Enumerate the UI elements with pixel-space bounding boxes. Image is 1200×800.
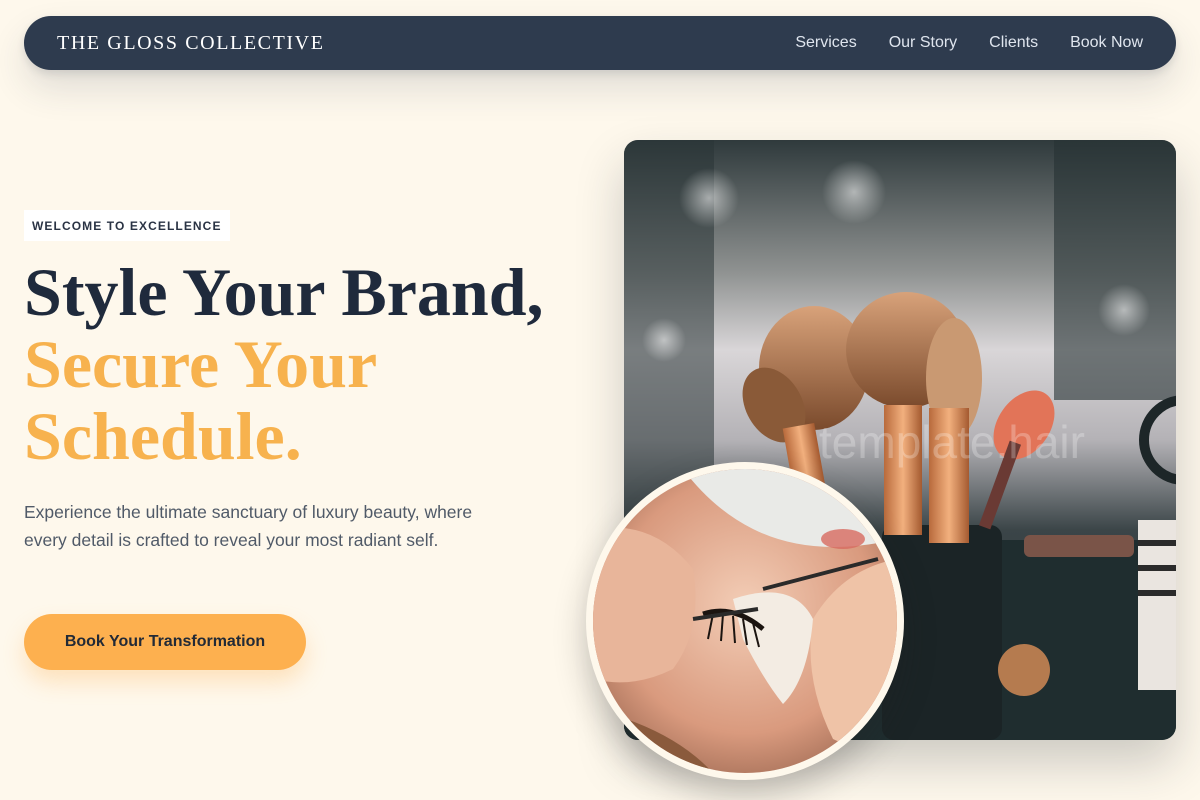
hero-description: Experience the ultimate sanctuary of lux… xyxy=(24,502,473,550)
eyebrow-badge: WELCOME TO EXCELLENCE xyxy=(24,210,230,241)
lash-application-photo xyxy=(586,462,904,780)
brand-logo[interactable]: THE GLOSS COLLECTIVE xyxy=(57,32,325,55)
nav-link-book-now[interactable]: Book Now xyxy=(1070,34,1143,52)
hero-headline: Style Your Brand, Secure Your Schedule. xyxy=(24,256,604,472)
image-watermark: template.hair xyxy=(819,416,1085,468)
headline-line-3: Schedule. xyxy=(24,398,302,474)
nav-link-services[interactable]: Services xyxy=(795,34,856,52)
headline-line-2: Secure Your xyxy=(24,326,378,402)
nav-link-clients[interactable]: Clients xyxy=(989,34,1038,52)
headline-line-1: Style Your Brand, xyxy=(24,254,544,330)
top-nav: THE GLOSS COLLECTIVE Services Our Story … xyxy=(24,16,1176,70)
nav-link-our-story[interactable]: Our Story xyxy=(889,34,957,52)
book-transformation-button[interactable]: Book Your Transformation xyxy=(24,614,306,670)
nav-links: Services Our Story Clients Book Now xyxy=(795,34,1143,52)
